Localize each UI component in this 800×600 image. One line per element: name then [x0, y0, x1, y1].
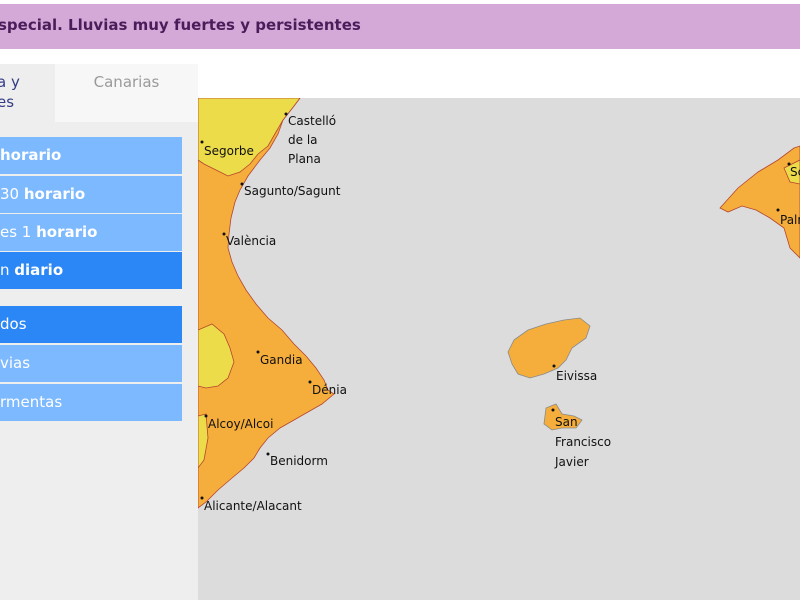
- city-segorbe-label: Segorbe: [204, 144, 254, 158]
- menu-item-30-horario[interactable]: 30 horario: [0, 176, 182, 213]
- menu-item-bold: horario: [0, 146, 62, 164]
- city-palma-dot: [776, 208, 780, 212]
- map-svg: Castelló de la Plana Segorbe Sagunto/Sag…: [198, 98, 800, 600]
- city-gandia-label: Gandia: [260, 353, 303, 367]
- city-alcoy: Alcoy/Alcoi: [204, 414, 273, 431]
- menu-item-bold: horario: [36, 223, 98, 241]
- city-san-francisco-dot: [551, 408, 555, 412]
- city-segorbe: Segorbe: [200, 140, 254, 158]
- menu-sub-label: vias: [0, 354, 31, 372]
- city-alicante: Alicante/Alacant: [200, 496, 302, 513]
- menu-item-1-horario[interactable]: es 1 horario: [0, 214, 182, 251]
- menu-item-bold: diario: [14, 261, 64, 279]
- menu-sub-label: dos: [0, 315, 27, 333]
- tab-canarias[interactable]: Canarias: [55, 64, 198, 122]
- menu-item-horario[interactable]: horario: [0, 137, 182, 174]
- city-castello-line2: de la: [288, 133, 318, 147]
- city-sagunto-label: Sagunto/Sagunt: [244, 184, 341, 198]
- city-denia: Dénia: [308, 380, 347, 397]
- city-denia-label: Dénia: [312, 383, 347, 397]
- warning-banner: special. Lluvias muy fuertes y persisten…: [0, 4, 800, 49]
- city-gandia: Gandia: [256, 350, 303, 367]
- city-castello-line1: Castelló: [288, 114, 336, 128]
- menu-item-todos[interactable]: dos: [0, 306, 182, 343]
- menu-item-prefix: n: [0, 261, 15, 279]
- city-sagunto: Sagunto/Sagunt: [240, 182, 341, 198]
- city-valencia-label: València: [226, 234, 276, 248]
- tab-canarias-label: Canarias: [93, 73, 160, 91]
- city-san-francisco-line3: Javier: [554, 455, 589, 469]
- menu-item-tormentas[interactable]: rmentas: [0, 384, 182, 421]
- city-benidorm-label: Benidorm: [270, 454, 328, 468]
- city-valencia: València: [222, 232, 276, 248]
- city-eivissa-label: Eivissa: [556, 369, 597, 383]
- city-benidorm: Benidorm: [266, 452, 328, 468]
- city-san-francisco-line1: San: [555, 415, 578, 429]
- city-alcoy-label: Alcoy/Alcoi: [208, 417, 273, 431]
- menu-sub-label: rmentas: [0, 393, 63, 411]
- city-soller-label: Sc: [790, 165, 800, 179]
- menu-item-diario[interactable]: n diario: [0, 252, 182, 289]
- tab-peninsula[interactable]: a y es: [0, 64, 55, 122]
- banner-title: special. Lluvias muy fuertes y persisten…: [0, 16, 361, 34]
- warning-map[interactable]: Castelló de la Plana Segorbe Sagunto/Sag…: [198, 98, 800, 600]
- city-san-francisco-line2: Francisco: [555, 435, 611, 449]
- tab-peninsula-label: a y es: [0, 73, 20, 111]
- city-soller: Sc: [787, 162, 800, 179]
- city-castello-line3: Plana: [288, 152, 321, 166]
- menu-item-lluvias[interactable]: vias: [0, 345, 182, 382]
- city-palma-label: Palr: [780, 213, 800, 227]
- city-eivissa-dot: [552, 364, 556, 368]
- city-alicante-label: Alicante/Alacant: [204, 499, 302, 513]
- menu-item-bold: horario: [23, 185, 86, 203]
- menu-item-prefix: es 1: [0, 223, 37, 241]
- menu-item-prefix: 30: [0, 185, 24, 203]
